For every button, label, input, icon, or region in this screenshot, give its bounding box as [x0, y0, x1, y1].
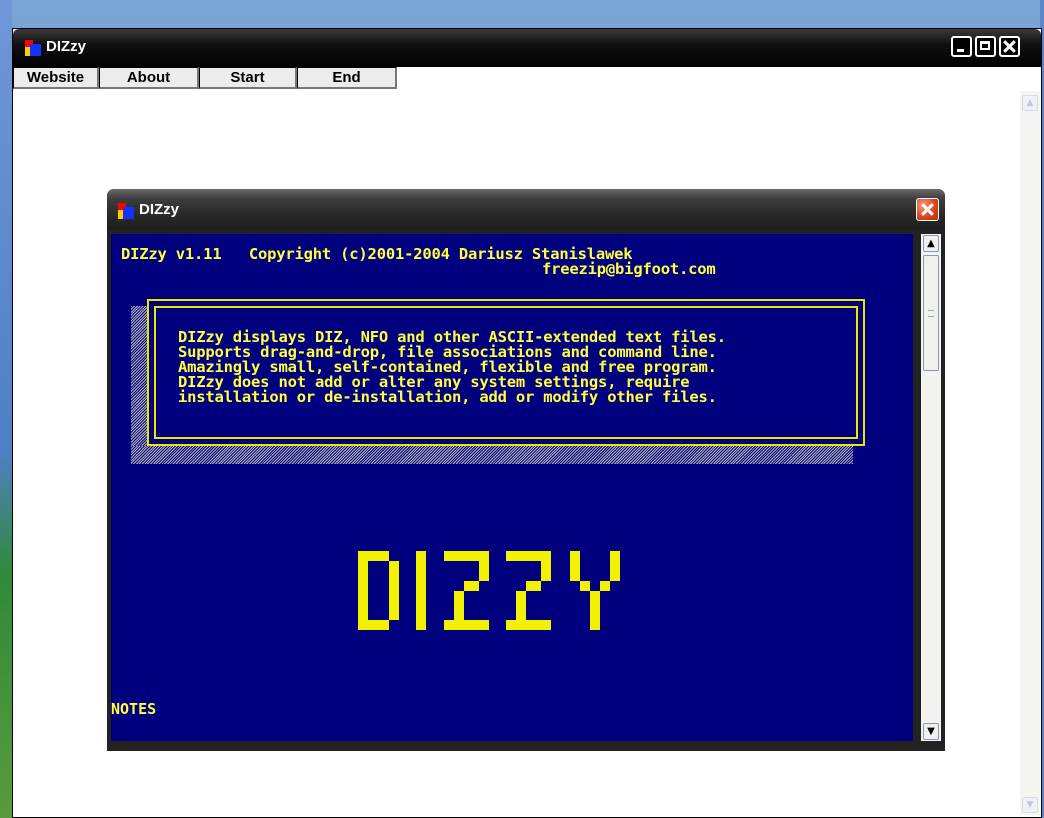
dizzy-dialog: DIZzy DIZzy v1.11 Copyright (c)2001-2004… [107, 189, 945, 751]
main-window-title: DIZzy [46, 38, 87, 55]
box-shadow-left [131, 306, 147, 464]
dizzy-logo [358, 551, 643, 630]
description-text: DIZzy displays DIZ, NFO and other ASCII-… [178, 329, 726, 406]
dialog-scrollbar[interactable]: ▲ ▼ [921, 234, 941, 741]
email-line: freezip@bigfoot.com [542, 260, 716, 278]
dialog-title: DIZzy [139, 201, 180, 218]
close-icon[interactable] [999, 36, 1020, 57]
main-window: DIZzy Website About Start End ▲ ▼ DIZzy … [12, 28, 1042, 818]
ascii-text-view[interactable]: DIZzy v1.11 Copyright (c)2001-2004 Dariu… [111, 234, 913, 741]
scroll-up-icon[interactable]: ▲ [1022, 95, 1038, 111]
main-titlebar[interactable]: DIZzy [13, 29, 1041, 67]
dialog-titlebar[interactable]: DIZzy [107, 189, 945, 229]
end-button[interactable]: End [297, 67, 397, 89]
scroll-down-icon[interactable]: ▼ [1022, 797, 1038, 813]
box-shadow-bottom [131, 446, 853, 464]
website-button[interactable]: Website [13, 67, 99, 89]
dialog-frame: DIZzy v1.11 Copyright (c)2001-2004 Dariu… [107, 229, 945, 751]
close-icon[interactable] [916, 198, 939, 221]
dizzy-app-icon[interactable] [25, 40, 41, 56]
minimize-icon[interactable] [951, 36, 972, 57]
about-button[interactable]: About [99, 67, 199, 89]
menu-bar: Website About Start End [13, 67, 397, 89]
scroll-up-icon[interactable]: ▲ [923, 235, 939, 252]
scroll-down-icon[interactable]: ▼ [923, 723, 939, 740]
description-line: installation or de-installation, add or … [178, 388, 717, 406]
start-button[interactable]: Start [199, 67, 297, 89]
main-scrollbar[interactable]: ▲ ▼ [1020, 91, 1040, 815]
dizzy-app-icon[interactable] [118, 203, 134, 219]
notes-label: NOTES [111, 700, 157, 718]
scroll-thumb[interactable] [923, 255, 939, 371]
desktop-background [0, 0, 12, 818]
maximize-icon[interactable] [975, 36, 996, 57]
